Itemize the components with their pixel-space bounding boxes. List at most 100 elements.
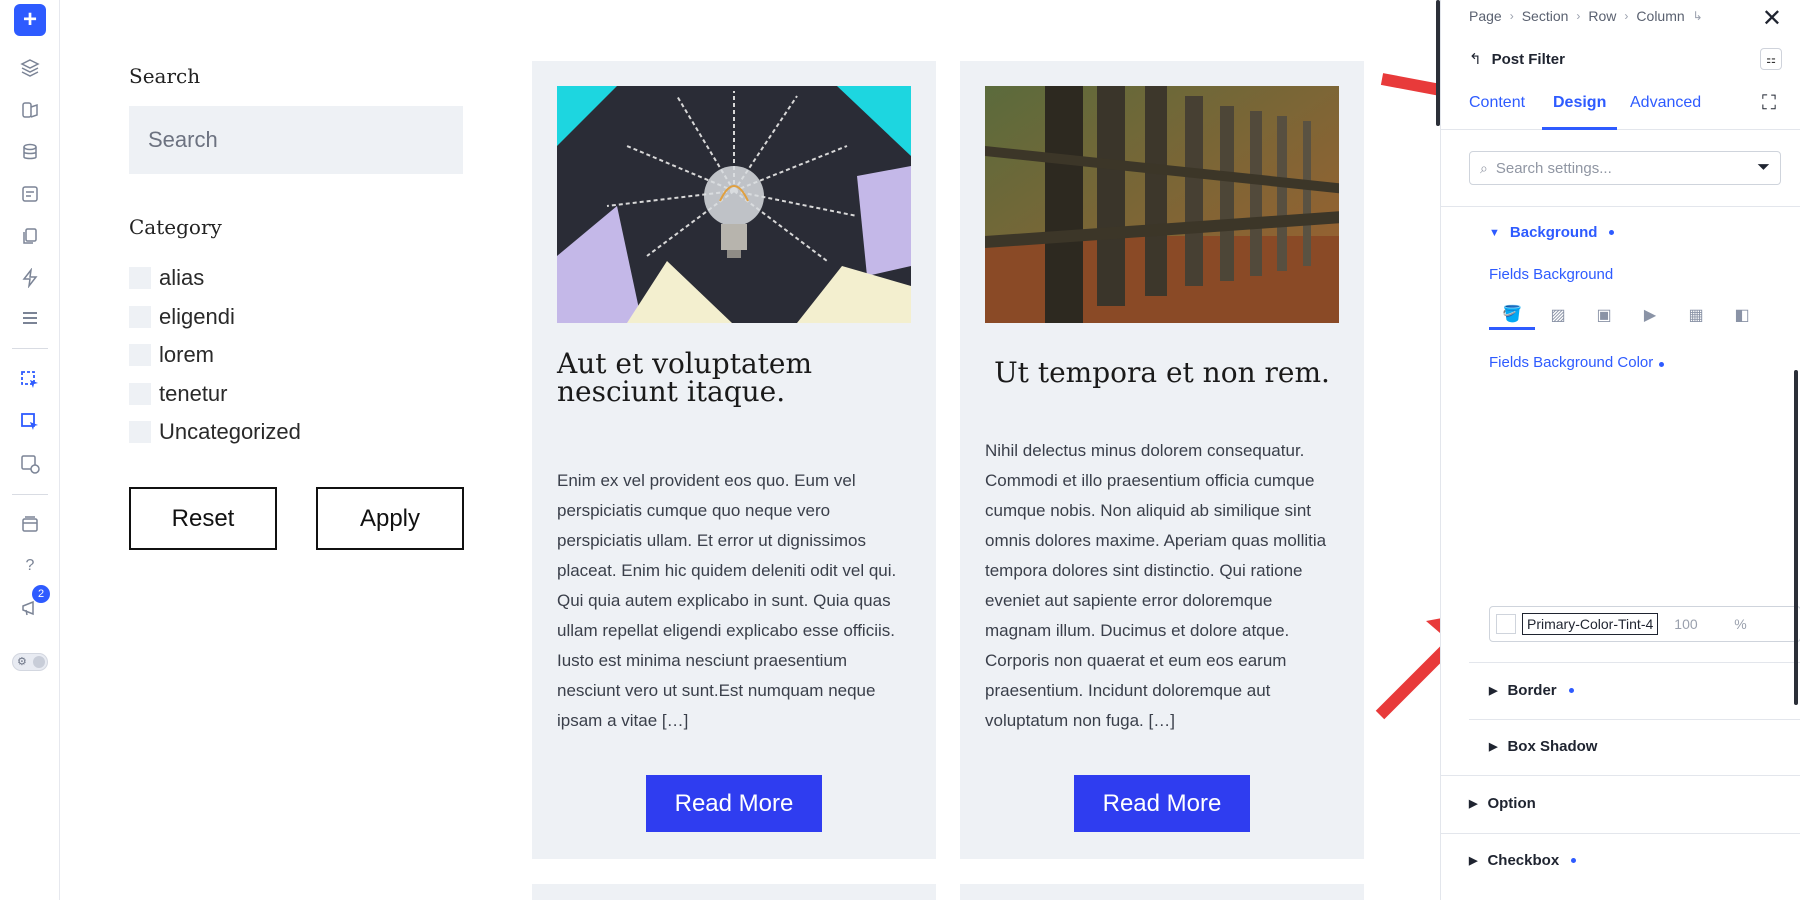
opacity-input[interactable]: 100 bbox=[1674, 616, 1734, 632]
category-item[interactable]: Uncategorized bbox=[129, 419, 301, 445]
form-icon[interactable] bbox=[14, 178, 46, 210]
layers-icon[interactable] bbox=[14, 52, 46, 84]
post-title[interactable]: Aut et voluptatem nesciunt itaque. bbox=[557, 350, 911, 406]
checkbox[interactable] bbox=[129, 306, 151, 328]
left-toolbar: + ? 2 ⚙ bbox=[0, 0, 60, 900]
post-card: Aut et voluptatem nesciunt itaque. Enim … bbox=[532, 61, 936, 859]
modified-dot bbox=[1571, 858, 1577, 863]
border-section-toggle[interactable]: ▶ Border bbox=[1489, 682, 1574, 699]
search-input[interactable]: Search bbox=[129, 106, 463, 174]
image-icon[interactable]: ▣ bbox=[1581, 300, 1627, 330]
checkbox[interactable] bbox=[129, 383, 151, 405]
category-item[interactable]: tenetur bbox=[129, 381, 228, 407]
opacity-unit: % bbox=[1734, 616, 1747, 632]
checkbox-section-toggle[interactable]: ▶ Checkbox bbox=[1469, 852, 1577, 869]
chevron-right-icon: › bbox=[1509, 9, 1514, 23]
category-item[interactable]: lorem bbox=[129, 342, 214, 368]
breadcrumb-column[interactable]: Column bbox=[1636, 8, 1684, 24]
search-settings-input[interactable]: ⌕ Search settings... ⏷ bbox=[1469, 151, 1781, 185]
checkbox[interactable] bbox=[129, 421, 151, 443]
plus-icon: + bbox=[22, 6, 37, 33]
video-icon[interactable]: ▶ bbox=[1627, 300, 1673, 330]
theme-toggle[interactable]: ⚙ bbox=[12, 653, 48, 671]
settings-toggle-icon[interactable]: ⚏ bbox=[1760, 48, 1782, 70]
breadcrumb-row[interactable]: Row bbox=[1588, 8, 1616, 24]
background-section-toggle[interactable]: ▼ Background bbox=[1489, 224, 1615, 241]
select-global-icon[interactable] bbox=[14, 406, 46, 438]
breadcrumb-section[interactable]: Section bbox=[1522, 8, 1569, 24]
close-icon[interactable]: ✕ bbox=[1762, 4, 1782, 33]
color-name[interactable]: Primary-Color-Tint-4 bbox=[1522, 613, 1659, 635]
return-icon: ↳ bbox=[1692, 9, 1703, 23]
post-title[interactable]: Ut tempora et non rem. bbox=[985, 359, 1339, 387]
help-label: ? bbox=[25, 557, 35, 574]
fields-background-label: Fields Background bbox=[1489, 266, 1614, 283]
panel-scrollbar[interactable] bbox=[1794, 370, 1798, 705]
tab-content[interactable]: Content bbox=[1469, 94, 1525, 112]
category-label: alias bbox=[159, 265, 205, 290]
expand-fullscreen-icon[interactable]: ⛶ bbox=[1762, 92, 1776, 115]
search-heading: Search bbox=[129, 64, 201, 88]
search-settings-placeholder: Search settings... bbox=[1495, 159, 1612, 177]
filter-icon[interactable]: ⏷ bbox=[1757, 159, 1770, 177]
option-section-toggle[interactable]: ▶ Option bbox=[1469, 795, 1536, 812]
category-item[interactable]: eligendi bbox=[129, 304, 235, 330]
add-module-button[interactable]: + bbox=[14, 4, 46, 36]
pattern-icon[interactable]: ▦ bbox=[1673, 300, 1719, 330]
divider bbox=[1469, 719, 1800, 720]
divider bbox=[1441, 206, 1800, 207]
preview-icon[interactable] bbox=[14, 448, 46, 480]
background-section-title: Background bbox=[1509, 224, 1598, 241]
color-swatch[interactable] bbox=[1496, 614, 1516, 634]
box-shadow-section-title: Box Shadow bbox=[1507, 738, 1598, 755]
back-arrow-icon[interactable]: ↰ bbox=[1469, 50, 1482, 68]
caret-right-icon: ▶ bbox=[1469, 798, 1478, 810]
lightning-icon[interactable] bbox=[14, 262, 46, 294]
modified-dot bbox=[1609, 230, 1615, 235]
post-excerpt: Enim ex vel provident eos quo. Eum vel p… bbox=[557, 471, 897, 730]
checkbox-section-title: Checkbox bbox=[1487, 852, 1560, 869]
category-label: lorem bbox=[159, 342, 215, 367]
divider bbox=[1441, 775, 1800, 776]
option-section-title: Option bbox=[1487, 795, 1536, 812]
color-picker-field[interactable]: Primary-Color-Tint-4 100 % bbox=[1489, 606, 1800, 642]
design-library-icon[interactable] bbox=[14, 94, 46, 126]
settings-panel: Page › Section › Row › Column ↳ ✕ ↰ Post Fil… bbox=[1440, 0, 1800, 900]
read-more-button[interactable]: Read More bbox=[646, 775, 822, 832]
read-more-button[interactable]: Read More bbox=[1074, 775, 1250, 832]
checkbox[interactable] bbox=[129, 267, 151, 289]
database-icon[interactable] bbox=[14, 136, 46, 168]
reset-button[interactable]: Reset bbox=[129, 487, 277, 550]
tab-advanced[interactable]: Advanced bbox=[1630, 94, 1701, 112]
category-label: Uncategorized bbox=[159, 419, 301, 444]
gradient-icon[interactable]: ▨ bbox=[1535, 300, 1581, 330]
toolbar-divider bbox=[12, 348, 48, 349]
checkbox[interactable] bbox=[129, 344, 151, 366]
list-settings-icon[interactable] bbox=[14, 302, 46, 334]
templates-icon[interactable] bbox=[14, 508, 46, 540]
pages-icon[interactable] bbox=[14, 220, 46, 252]
module-header: ↰ Post Filter bbox=[1469, 50, 1565, 69]
settings-tabs: Content Design Advanced bbox=[1441, 88, 1800, 130]
caret-down-icon: ▼ bbox=[1489, 226, 1500, 239]
apply-button[interactable]: Apply bbox=[316, 487, 464, 550]
category-label: tenetur bbox=[159, 381, 228, 406]
breadcrumb-page[interactable]: Page bbox=[1469, 8, 1502, 24]
mask-icon[interactable]: ◧ bbox=[1719, 300, 1765, 330]
category-item[interactable]: alias bbox=[129, 265, 204, 291]
caret-right-icon: ▶ bbox=[1469, 855, 1478, 867]
toolbar-divider bbox=[12, 494, 48, 495]
tab-design[interactable]: Design bbox=[1553, 94, 1606, 112]
paint-bucket-icon[interactable]: 🪣 bbox=[1489, 300, 1535, 330]
box-shadow-section-toggle[interactable]: ▶ Box Shadow bbox=[1489, 738, 1597, 755]
select-element-icon[interactable] bbox=[14, 364, 46, 396]
active-tab-indicator bbox=[1542, 127, 1617, 130]
divider bbox=[1469, 662, 1800, 663]
post-card-next bbox=[532, 884, 936, 900]
gear-icon: ⚙ bbox=[17, 656, 27, 668]
help-icon[interactable]: ? bbox=[14, 550, 46, 582]
fields-background-color-text: Fields Background Color bbox=[1489, 354, 1654, 371]
background-type-tabs: 🪣 ▨ ▣ ▶ ▦ ◧ bbox=[1489, 300, 1765, 330]
post-card-next bbox=[960, 884, 1364, 900]
chevron-right-icon: › bbox=[1624, 9, 1629, 23]
